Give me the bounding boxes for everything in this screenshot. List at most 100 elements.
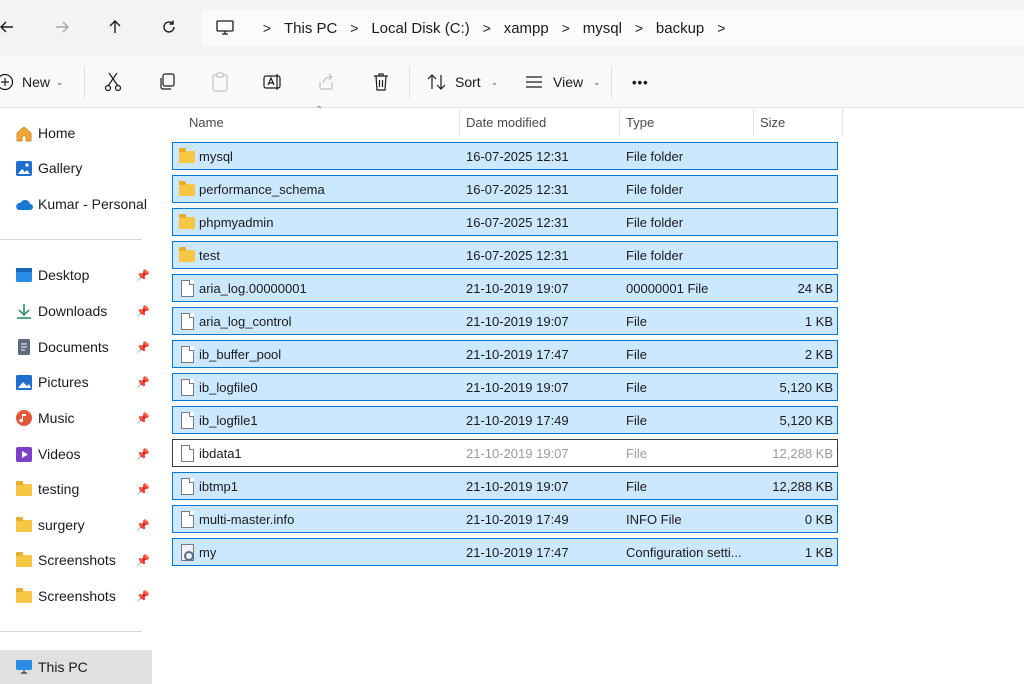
file-date: 16-07-2025 12:31 — [466, 247, 569, 263]
breadcrumb-backup[interactable]: backup — [656, 20, 704, 37]
back-arrow-icon[interactable] — [0, 12, 22, 42]
forward-arrow-icon[interactable] — [47, 12, 77, 42]
column-header-date-modified[interactable]: Date modified — [466, 108, 546, 136]
file-row-ib-logfile0[interactable]: ib_logfile0 21-10-2019 19:07 File 5,120 … — [172, 373, 838, 401]
file-row-multi-master-info[interactable]: multi-master.info 21-10-2019 17:49 INFO … — [172, 505, 838, 533]
breadcrumb-xampp[interactable]: xampp — [504, 20, 549, 37]
file-type: File — [626, 313, 647, 329]
column-header-type[interactable]: Type — [626, 108, 654, 136]
sort-button[interactable]: Sort ⌄ — [427, 68, 498, 96]
up-arrow-icon[interactable] — [100, 12, 130, 42]
address-bar[interactable]: > This PC > Local Disk (C:) > xampp > my… — [202, 10, 1024, 46]
nav-item-onedrive[interactable]: Kumar - Personal — [14, 191, 154, 217]
file-row-performance-schema[interactable]: performance_schema 16-07-2025 12:31 File… — [172, 175, 838, 203]
downloads-icon — [14, 302, 34, 320]
nav-item-screenshots[interactable]: Screenshots 📌 — [14, 547, 154, 573]
file-row-ibtmp1[interactable]: ibtmp1 21-10-2019 19:07 File 12,288 KB — [172, 472, 838, 500]
file-date: 16-07-2025 12:31 — [466, 181, 569, 197]
nav-item-downloads[interactable]: Downloads 📌 — [14, 298, 154, 324]
file-row-ib-buffer-pool[interactable]: ib_buffer_pool 21-10-2019 17:47 File 2 K… — [172, 340, 838, 368]
folder-icon — [14, 587, 34, 605]
breadcrumb-mysql[interactable]: mysql — [583, 20, 622, 37]
nav-item-home[interactable]: Home — [14, 120, 154, 146]
file-date: 21-10-2019 19:07 — [466, 280, 569, 296]
chevron-down-icon: ⌄ — [490, 76, 499, 87]
pin-icon[interactable]: 📌 — [136, 448, 150, 461]
copy-button[interactable] — [158, 68, 176, 96]
nav-item-videos[interactable]: Videos 📌 — [14, 441, 154, 467]
file-date: 21-10-2019 17:47 — [466, 346, 569, 362]
toolbar-divider — [611, 66, 612, 98]
file-icon — [179, 313, 195, 330]
nav-item-desktop[interactable]: Desktop 📌 — [14, 262, 154, 288]
file-row-test[interactable]: test 16-07-2025 12:31 File folder — [172, 241, 838, 269]
nav-item-screenshots-2[interactable]: Screenshots 📌 — [14, 583, 154, 609]
column-divider[interactable] — [459, 108, 460, 136]
file-size: 2 KB — [804, 346, 833, 362]
file-row-phpmyadmin[interactable]: phpmyadmin 16-07-2025 12:31 File folder — [172, 208, 838, 236]
file-name: mysql — [199, 148, 233, 164]
delete-button[interactable] — [372, 68, 390, 96]
column-divider[interactable] — [619, 108, 620, 136]
nav-item-documents[interactable]: Documents 📌 — [14, 334, 154, 360]
more-options-button[interactable]: ••• — [632, 68, 649, 96]
nav-item-testing[interactable]: testing 📌 — [14, 476, 154, 502]
breadcrumb-separator[interactable]: > — [622, 20, 656, 36]
file-row-ibdata1[interactable]: ibdata1 21-10-2019 19:07 File 12,288 KB — [172, 439, 838, 467]
pin-icon[interactable]: 📌 — [136, 519, 150, 532]
column-header-size[interactable]: Size — [760, 108, 785, 136]
refresh-icon[interactable] — [154, 12, 184, 42]
breadcrumb-local-disk[interactable]: Local Disk (C:) — [371, 20, 469, 37]
pin-icon[interactable]: 📌 — [136, 412, 150, 425]
navigation-pane: Home Gallery Kumar - Personal Desktop 📌 … — [0, 108, 153, 684]
pin-icon[interactable]: 📌 — [136, 341, 150, 354]
nav-item-music[interactable]: Music 📌 — [14, 405, 154, 431]
file-row-mysql[interactable]: mysql 16-07-2025 12:31 File folder — [172, 142, 838, 170]
pin-icon[interactable]: 📌 — [136, 590, 150, 603]
file-row-aria-log-control[interactable]: aria_log_control 21-10-2019 19:07 File 1… — [172, 307, 838, 335]
nav-item-label: testing — [38, 481, 80, 497]
file-type: File — [626, 412, 647, 428]
file-name: ib_logfile1 — [199, 412, 258, 428]
column-header-name[interactable]: Name — [189, 108, 224, 136]
file-type: File folder — [626, 181, 684, 197]
share-button[interactable] — [317, 68, 335, 96]
file-name: my — [199, 544, 217, 560]
home-icon — [14, 124, 34, 142]
breadcrumb-this-pc[interactable]: This PC — [284, 20, 337, 37]
view-button[interactable]: View ⌄ — [525, 68, 601, 96]
nav-item-pictures[interactable]: Pictures 📌 — [14, 369, 154, 395]
pin-icon[interactable]: 📌 — [136, 554, 150, 567]
nav-item-surgery[interactable]: surgery 📌 — [14, 512, 154, 538]
nav-divider — [0, 239, 142, 240]
breadcrumb-separator[interactable]: > — [470, 20, 504, 36]
cut-button[interactable] — [104, 68, 122, 96]
breadcrumb-separator[interactable]: > — [337, 20, 371, 36]
breadcrumb-separator[interactable]: > — [250, 20, 284, 36]
file-type: File folder — [626, 148, 684, 164]
nav-item-label: Screenshots — [38, 588, 116, 604]
file-size: 24 KB — [797, 280, 833, 296]
column-divider[interactable] — [753, 108, 754, 136]
pin-icon[interactable]: 📌 — [136, 376, 150, 389]
paste-button[interactable] — [211, 68, 229, 96]
rename-button[interactable] — [263, 68, 283, 96]
sort-ascending-icon: ⌃ — [315, 105, 324, 116]
new-button[interactable]: New ⌄ — [0, 68, 64, 96]
file-row-ib-logfile1[interactable]: ib_logfile1 21-10-2019 17:49 File 5,120 … — [172, 406, 838, 434]
file-row-aria-log-00000001[interactable]: aria_log.00000001 21-10-2019 19:07 00000… — [172, 274, 838, 302]
file-date: 21-10-2019 17:49 — [466, 412, 569, 428]
breadcrumb-separator[interactable]: > — [704, 20, 738, 36]
pin-icon[interactable]: 📌 — [136, 305, 150, 318]
pin-icon[interactable]: 📌 — [136, 483, 150, 496]
nav-item-label: surgery — [38, 517, 85, 533]
file-name: ibdata1 — [199, 445, 242, 461]
nav-item-this-pc[interactable]: This PC — [14, 654, 154, 680]
pin-icon[interactable]: 📌 — [136, 269, 150, 282]
breadcrumb-separator[interactable]: > — [549, 20, 583, 36]
column-divider[interactable] — [842, 108, 843, 136]
file-type: File — [626, 445, 647, 461]
file-row-my[interactable]: my 21-10-2019 17:47 Configuration setti.… — [172, 538, 838, 566]
nav-item-gallery[interactable]: Gallery — [14, 155, 154, 181]
file-name: aria_log_control — [199, 313, 292, 329]
